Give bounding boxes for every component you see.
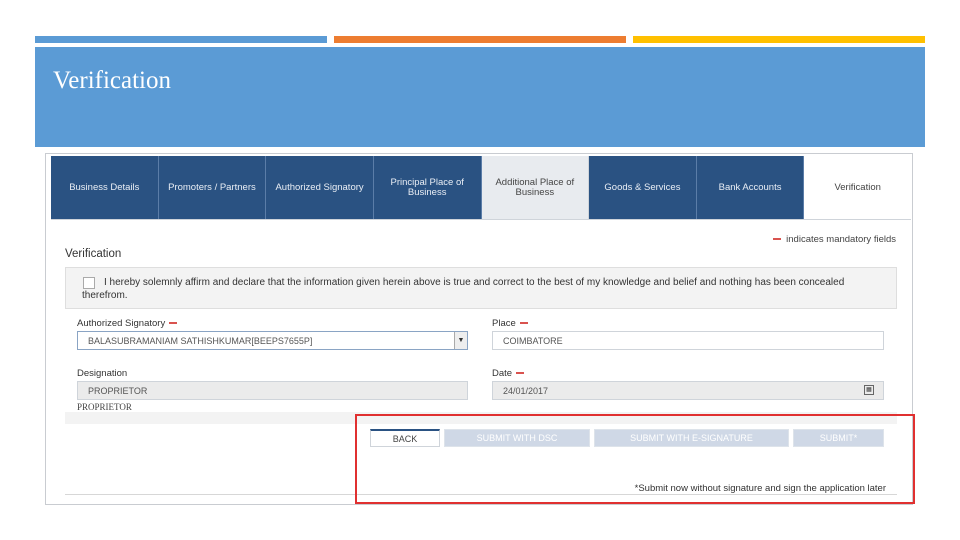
accent-stripe-orange [334, 36, 626, 43]
highlight-box [355, 414, 915, 504]
mandatory-note: indicates mandatory fields [786, 234, 896, 245]
tab-business-details[interactable]: Business Details [51, 156, 159, 219]
title-banner: Verification [35, 47, 925, 147]
declaration-text: I hereby solemnly affirm and declare tha… [82, 277, 845, 301]
date-label: Date [492, 368, 525, 379]
date-field[interactable]: 24/01/2017 ▦ [492, 381, 884, 400]
place-label-text: Place [492, 318, 516, 329]
designation-field: PROPRIETOR [77, 381, 468, 400]
required-marker-icon [519, 322, 528, 325]
step-tabs: Business Details Promoters / Partners Au… [51, 156, 911, 220]
mandatory-legend: indicates mandatory fields [773, 234, 896, 245]
tab-authorized-signatory[interactable]: Authorized Signatory [266, 156, 374, 219]
place-label: Place [492, 318, 528, 329]
required-marker-icon [773, 238, 782, 241]
tab-principal-place[interactable]: Principal Place of Business [373, 156, 482, 219]
required-marker-icon [169, 322, 178, 325]
dropdown-arrow-icon[interactable]: ▼ [454, 332, 467, 349]
accent-stripe-gold [633, 36, 925, 43]
authorized-signatory-value: BALASUBRAMANIAM SATHISHKUMAR[BEEPS7655P] [88, 336, 313, 346]
tab-additional-place[interactable]: Additional Place of Business [481, 156, 590, 219]
authorized-signatory-select[interactable]: BALASUBRAMANIAM SATHISHKUMAR[BEEPS7655P]… [77, 331, 468, 350]
tab-promoters-partners[interactable]: Promoters / Partners [158, 156, 267, 219]
designation-label: Designation [77, 368, 128, 379]
calendar-icon[interactable]: ▦ [864, 385, 874, 395]
required-marker-icon [516, 372, 525, 375]
date-label-text: Date [492, 368, 513, 379]
slide-title: Verification [53, 67, 172, 94]
authorized-signatory-label: Authorized Signatory [77, 318, 178, 329]
section-title: Verification [65, 248, 122, 260]
designation-text: PROPRIETOR [77, 402, 132, 412]
tab-goods-services[interactable]: Goods & Services [589, 156, 697, 219]
declaration-box: I hereby solemnly affirm and declare tha… [65, 267, 897, 309]
place-input[interactable]: COIMBATORE [492, 331, 884, 350]
tab-verification[interactable]: Verification [804, 156, 911, 219]
tab-bank-accounts[interactable]: Bank Accounts [696, 156, 805, 219]
authorized-signatory-label-text: Authorized Signatory [77, 318, 166, 329]
date-value: 24/01/2017 [503, 386, 549, 396]
accent-stripe-blue [35, 36, 327, 43]
